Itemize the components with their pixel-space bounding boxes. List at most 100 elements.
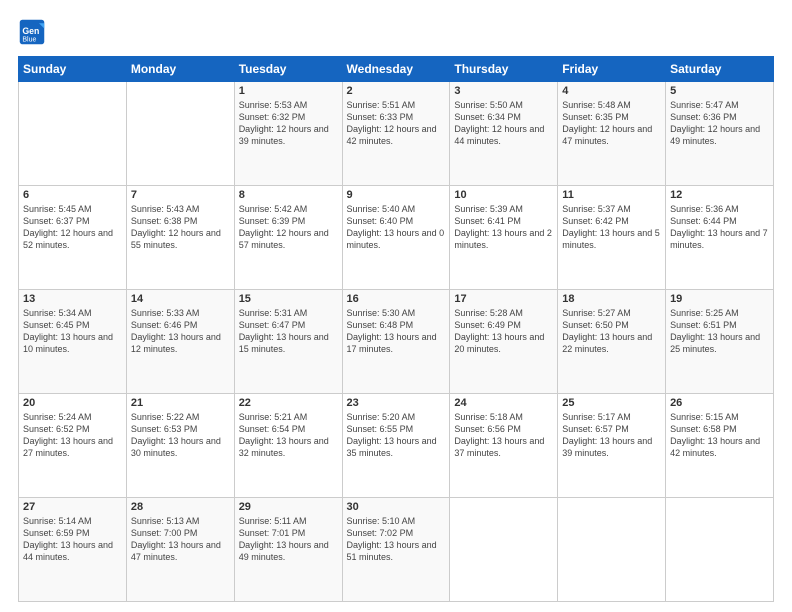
day-cell: 11 Sunrise: 5:37 AMSunset: 6:42 PMDayligh… [558, 186, 666, 290]
day-info: Sunrise: 5:11 AMSunset: 7:01 PMDaylight:… [239, 515, 338, 564]
day-cell [126, 82, 234, 186]
day-number: 24 [454, 397, 553, 409]
day-number: 29 [239, 501, 338, 513]
day-info: Sunrise: 5:14 AMSunset: 6:59 PMDaylight:… [23, 515, 122, 564]
day-number: 4 [562, 85, 661, 97]
day-info: Sunrise: 5:37 AMSunset: 6:42 PMDaylight:… [562, 203, 661, 252]
day-cell: 10 Sunrise: 5:39 AMSunset: 6:41 PMDayligh… [450, 186, 558, 290]
day-info: Sunrise: 5:31 AMSunset: 6:47 PMDaylight:… [239, 307, 338, 356]
day-number: 8 [239, 189, 338, 201]
weekday-header-tuesday: Tuesday [234, 57, 342, 82]
day-number: 15 [239, 293, 338, 305]
day-number: 9 [347, 189, 446, 201]
logo: Gen Blue [18, 18, 50, 46]
day-cell: 7Sunrise: 5:43 AMSunset: 6:38 PMDaylight… [126, 186, 234, 290]
day-cell: 1Sunrise: 5:53 AMSunset: 6:32 PMDaylight… [234, 82, 342, 186]
logo-icon: Gen Blue [18, 18, 46, 46]
day-cell: 3Sunrise: 5:50 AMSunset: 6:34 PMDaylight… [450, 82, 558, 186]
day-number: 6 [23, 189, 122, 201]
day-cell: 14 Sunrise: 5:33 AMSunset: 6:46 PMDayligh… [126, 290, 234, 394]
day-cell: 25 Sunrise: 5:17 AMSunset: 6:57 PMDayligh… [558, 394, 666, 498]
day-number: 7 [131, 189, 230, 201]
day-cell [19, 82, 127, 186]
weekday-header-friday: Friday [558, 57, 666, 82]
day-info: Sunrise: 5:15 AMSunset: 6:58 PMDaylight:… [670, 411, 769, 460]
weekday-header-wednesday: Wednesday [342, 57, 450, 82]
day-cell: 22Sunrise: 5:21 AMSunset: 6:54 PMDayligh… [234, 394, 342, 498]
day-number: 20 [23, 397, 122, 409]
day-info: Sunrise: 5:48 AMSunset: 6:35 PMDaylight:… [562, 99, 661, 148]
day-info: Sunrise: 5:30 AMSunset: 6:48 PMDaylight:… [347, 307, 446, 356]
day-info: Sunrise: 5:17 AMSunset: 6:57 PMDaylight:… [562, 411, 661, 460]
day-info: Sunrise: 5:33 AMSunset: 6:46 PMDaylight:… [131, 307, 230, 356]
day-number: 11 [562, 189, 661, 201]
weekday-header-monday: Monday [126, 57, 234, 82]
day-number: 21 [131, 397, 230, 409]
day-info: Sunrise: 5:50 AMSunset: 6:34 PMDaylight:… [454, 99, 553, 148]
day-cell: 28Sunrise: 5:13 AMSunset: 7:00 PMDayligh… [126, 498, 234, 602]
day-cell: 15 Sunrise: 5:31 AMSunset: 6:47 PMDayligh… [234, 290, 342, 394]
day-info: Sunrise: 5:42 AMSunset: 6:39 PMDaylight:… [239, 203, 338, 252]
day-info: Sunrise: 5:51 AMSunset: 6:33 PMDaylight:… [347, 99, 446, 148]
week-row-3: 13Sunrise: 5:34 AMSunset: 6:45 PMDayligh… [19, 290, 774, 394]
day-cell: 18 Sunrise: 5:27 AMSunset: 6:50 PMDayligh… [558, 290, 666, 394]
day-cell: 27 Sunrise: 5:14 AMSunset: 6:59 PMDayligh… [19, 498, 127, 602]
day-cell: 16 Sunrise: 5:30 AMSunset: 6:48 PMDayligh… [342, 290, 450, 394]
weekday-header-sunday: Sunday [19, 57, 127, 82]
day-cell: 20 Sunrise: 5:24 AMSunset: 6:52 PMDayligh… [19, 394, 127, 498]
day-info: Sunrise: 5:22 AMSunset: 6:53 PMDaylight:… [131, 411, 230, 460]
week-row-2: 6 Sunrise: 5:45 AMSunset: 6:37 PMDaylight… [19, 186, 774, 290]
week-row-5: 27 Sunrise: 5:14 AMSunset: 6:59 PMDayligh… [19, 498, 774, 602]
day-number: 12 [670, 189, 769, 201]
day-number: 27 [23, 501, 122, 513]
day-number: 19 [670, 293, 769, 305]
week-row-4: 20 Sunrise: 5:24 AMSunset: 6:52 PMDayligh… [19, 394, 774, 498]
day-cell: 24 Sunrise: 5:18 AMSunset: 6:56 PMDayligh… [450, 394, 558, 498]
day-cell: 4 Sunrise: 5:48 AMSunset: 6:35 PMDaylight… [558, 82, 666, 186]
day-info: Sunrise: 5:27 AMSunset: 6:50 PMDaylight:… [562, 307, 661, 356]
day-number: 25 [562, 397, 661, 409]
svg-text:Gen: Gen [22, 26, 39, 36]
day-info: Sunrise: 5:10 AMSunset: 7:02 PMDaylight:… [347, 515, 446, 564]
day-number: 26 [670, 397, 769, 409]
day-info: Sunrise: 5:21 AMSunset: 6:54 PMDaylight:… [239, 411, 338, 460]
day-cell: 26 Sunrise: 5:15 AMSunset: 6:58 PMDayligh… [666, 394, 774, 498]
day-info: Sunrise: 5:25 AMSunset: 6:51 PMDaylight:… [670, 307, 769, 356]
day-cell: 9 Sunrise: 5:40 AMSunset: 6:40 PMDaylight… [342, 186, 450, 290]
day-info: Sunrise: 5:28 AMSunset: 6:49 PMDaylight:… [454, 307, 553, 356]
day-number: 18 [562, 293, 661, 305]
week-row-1: 1Sunrise: 5:53 AMSunset: 6:32 PMDaylight… [19, 82, 774, 186]
day-cell: 6 Sunrise: 5:45 AMSunset: 6:37 PMDaylight… [19, 186, 127, 290]
day-info: Sunrise: 5:45 AMSunset: 6:37 PMDaylight:… [23, 203, 122, 252]
day-cell [558, 498, 666, 602]
day-cell: 30 Sunrise: 5:10 AMSunset: 7:02 PMDayligh… [342, 498, 450, 602]
day-cell: 8 Sunrise: 5:42 AMSunset: 6:39 PMDaylight… [234, 186, 342, 290]
day-number: 16 [347, 293, 446, 305]
day-number: 1 [239, 85, 338, 97]
day-cell: 21 Sunrise: 5:22 AMSunset: 6:53 PMDayligh… [126, 394, 234, 498]
day-info: Sunrise: 5:40 AMSunset: 6:40 PMDaylight:… [347, 203, 446, 252]
day-number: 5 [670, 85, 769, 97]
weekday-header-saturday: Saturday [666, 57, 774, 82]
day-cell: 23Sunrise: 5:20 AMSunset: 6:55 PMDayligh… [342, 394, 450, 498]
header: Gen Blue [18, 18, 774, 46]
day-cell [666, 498, 774, 602]
day-cell: 5 Sunrise: 5:47 AMSunset: 6:36 PMDaylight… [666, 82, 774, 186]
day-info: Sunrise: 5:36 AMSunset: 6:44 PMDaylight:… [670, 203, 769, 252]
day-number: 13 [23, 293, 122, 305]
weekday-header-thursday: Thursday [450, 57, 558, 82]
page: Gen Blue SundayMondayTuesdayWednesdayThu… [0, 0, 792, 612]
calendar-table: SundayMondayTuesdayWednesdayThursdayFrid… [18, 56, 774, 602]
day-cell: 12 Sunrise: 5:36 AMSunset: 6:44 PMDayligh… [666, 186, 774, 290]
day-info: Sunrise: 5:13 AMSunset: 7:00 PMDaylight:… [131, 515, 230, 564]
day-info: Sunrise: 5:18 AMSunset: 6:56 PMDaylight:… [454, 411, 553, 460]
day-info: Sunrise: 5:47 AMSunset: 6:36 PMDaylight:… [670, 99, 769, 148]
day-cell: 29 Sunrise: 5:11 AMSunset: 7:01 PMDayligh… [234, 498, 342, 602]
day-info: Sunrise: 5:24 AMSunset: 6:52 PMDaylight:… [23, 411, 122, 460]
day-number: 14 [131, 293, 230, 305]
day-number: 10 [454, 189, 553, 201]
day-cell: 13Sunrise: 5:34 AMSunset: 6:45 PMDayligh… [19, 290, 127, 394]
day-info: Sunrise: 5:39 AMSunset: 6:41 PMDaylight:… [454, 203, 553, 252]
day-number: 30 [347, 501, 446, 513]
svg-text:Blue: Blue [22, 37, 36, 44]
